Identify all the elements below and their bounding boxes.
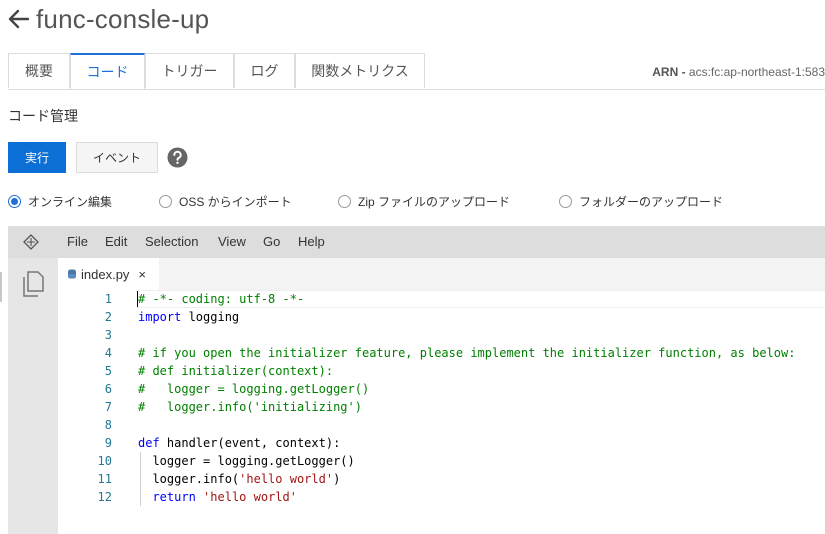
editor-logo-icon — [23, 234, 39, 250]
editor-tab-bar: index.py × — [58, 258, 825, 290]
code-line[interactable]: 3 — [58, 326, 825, 344]
line-number: 11 — [97, 472, 112, 486]
run-button[interactable]: 実行 — [8, 142, 66, 173]
back-arrow-icon[interactable] — [8, 8, 30, 30]
radio-oss-import[interactable]: OSS からインポート — [159, 192, 292, 210]
arn-label: ARN - — [652, 65, 686, 79]
code-token: logger.info( — [138, 472, 240, 486]
code-token: logging — [181, 310, 240, 324]
code-text: # if you open the initializer feature, p… — [138, 344, 795, 362]
arn-info: ARN - acs:fc:ap-northeast-1:583 — [652, 65, 825, 79]
editor-menubar: File Edit Selection View Go Help — [8, 226, 825, 258]
tab-triggers[interactable]: トリガー — [145, 53, 234, 88]
code-token: import — [138, 310, 182, 324]
line-number: 6 — [104, 382, 112, 396]
radio-label: オンライン編集 — [28, 194, 113, 209]
section-title: コード管理 — [8, 108, 78, 124]
code-line[interactable]: 6 # logger = logging.getLogger() — [58, 380, 825, 398]
radio-folder-upload[interactable]: フォルダーのアップロード — [559, 192, 723, 210]
code-line[interactable]: 2 import logging — [58, 308, 825, 326]
close-tab-icon[interactable]: × — [138, 267, 146, 282]
line-number: 5 — [104, 364, 112, 378]
code-token: def — [138, 436, 160, 450]
code-text: logger = logging.getLogger() — [138, 452, 355, 470]
line-number: 1 — [104, 292, 112, 306]
code-token: logger = logging.getLogger() — [138, 454, 355, 468]
radio-label: Zip ファイルのアップロード — [358, 194, 511, 209]
activity-bar — [8, 258, 58, 534]
code-line[interactable]: 11 logger.info('hello world') — [58, 470, 825, 488]
radio-indicator[interactable] — [559, 194, 572, 208]
tab-overview[interactable]: 概要 — [8, 53, 70, 88]
page-header: func-consle-up — [8, 2, 209, 36]
code-line[interactable]: 7 # logger.info('initializing') — [58, 398, 825, 416]
tab-function-metrics[interactable]: 関数メトリクス — [295, 53, 425, 88]
radio-online-edit[interactable]: オンライン編集 — [8, 192, 112, 210]
line-number: 12 — [97, 490, 112, 504]
code-token: # logger = logging.getLogger() — [138, 382, 370, 396]
question-circle-icon[interactable] — [167, 147, 188, 168]
code-token: 'hello world' — [239, 472, 334, 486]
code-token: return — [152, 490, 196, 504]
code-text: # -*- coding: utf-8 -*- — [136, 290, 305, 308]
code-text: def handler(event, context): — [138, 434, 340, 452]
code-line[interactable]: 9 def handler(event, context): — [58, 434, 825, 452]
radio-label: フォルダーのアップロード — [579, 194, 724, 209]
code-text: # def initializer(context): — [138, 362, 333, 380]
file-tab-label: index.py — [81, 266, 130, 282]
code-text: # logger = logging.getLogger() — [138, 380, 369, 398]
line-number: 8 — [104, 418, 112, 432]
tab-logs[interactable]: ログ — [234, 53, 295, 88]
code-line[interactable]: 10 logger = logging.getLogger() — [58, 452, 825, 470]
code-token: # def initializer(context): — [138, 364, 334, 378]
code-text: # logger.info('initializing') — [138, 398, 362, 416]
radio-indicator[interactable] — [338, 194, 351, 208]
code-line[interactable]: 12 return 'hello world' — [58, 488, 825, 506]
menu-file[interactable]: File — [67, 234, 88, 249]
files-explorer-icon[interactable] — [21, 271, 45, 297]
code-token: ) — [333, 472, 341, 486]
code-token: handler(event, context): — [159, 436, 341, 450]
code-line[interactable]: 8 — [58, 416, 825, 434]
code-text: import logging — [138, 308, 239, 326]
code-line[interactable]: 4 # if you open the initializer feature, … — [58, 344, 825, 362]
menu-help[interactable]: Help — [298, 234, 325, 249]
file-tab-index-py[interactable]: index.py × — [58, 258, 159, 290]
code-area[interactable]: 1 # -*- coding: utf-8 -*- 2 import logging 3… — [58, 290, 825, 534]
code-token: 'hello world' — [203, 490, 297, 504]
page-title: func-consle-up — [36, 3, 210, 34]
radio-zip-upload[interactable]: Zip ファイルのアップロード — [338, 192, 510, 210]
tab-code[interactable]: コード — [70, 53, 145, 89]
menu-selection[interactable]: Selection — [145, 234, 198, 249]
code-token: # -*- coding: utf-8 -*- — [138, 292, 305, 306]
menu-go[interactable]: Go — [263, 234, 280, 249]
menu-view[interactable]: View — [218, 234, 246, 249]
line-number: 10 — [97, 454, 112, 468]
code-token: # if you open the initializer feature, p… — [138, 346, 796, 360]
radio-label: OSS からインポート — [179, 194, 292, 209]
arn-value: acs:fc:ap-northeast-1:583 — [688, 65, 825, 79]
code-line[interactable]: 5 # def initializer(context): — [58, 362, 825, 380]
line-number: 9 — [104, 436, 112, 450]
menu-edit[interactable]: Edit — [105, 234, 127, 249]
code-text: logger.info('hello world') — [138, 470, 340, 488]
radio-indicator[interactable] — [8, 194, 21, 208]
code-line[interactable]: 1 # -*- coding: utf-8 -*- — [58, 290, 825, 308]
line-number: 3 — [104, 328, 112, 342]
code-text: return 'hello world' — [138, 488, 297, 506]
line-number: 7 — [104, 400, 112, 414]
python-file-icon — [68, 269, 76, 279]
event-button[interactable]: イベント — [76, 142, 158, 173]
line-number: 4 — [104, 346, 112, 360]
sidebar-edge-marker — [0, 272, 2, 302]
code-editor: File Edit Selection View Go Help index.p… — [0, 226, 825, 534]
line-number: 2 — [104, 310, 112, 324]
radio-indicator[interactable] — [159, 194, 172, 208]
code-token: # logger.info('initializing') — [138, 400, 362, 414]
